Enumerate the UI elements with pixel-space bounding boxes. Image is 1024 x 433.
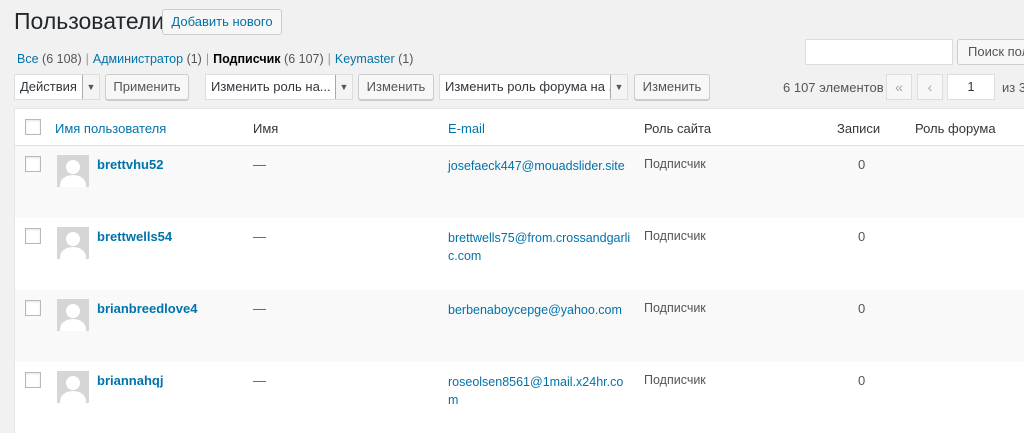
email-link[interactable]: roseolsen8561@1mail.x24hr.com (448, 373, 633, 409)
search-input[interactable] (805, 39, 953, 65)
filter-admin-label: Администратор (92, 52, 184, 66)
avatar (57, 371, 89, 403)
email-link[interactable]: brettwells75@from.crossandgarlic.com (448, 229, 633, 265)
change-forum-role-select[interactable]: Изменить роль форума на ... ▼ (439, 74, 628, 100)
chevron-down-icon: ▼ (335, 75, 352, 99)
filter-admin-count: (1) (186, 52, 202, 66)
filter-subscriber-label: Подписчик (213, 52, 281, 66)
filter-admin-link[interactable]: Администратор (1) (93, 52, 202, 66)
role-cell: Подписчик (644, 301, 706, 315)
role-filter-links: Все (6 108) | Администратор (1) | Подписчик … (17, 52, 413, 66)
email-link[interactable]: josefaeck447@mouadslider.site (448, 157, 633, 175)
avatar (57, 155, 89, 187)
change-role-value: Изменить роль на... (211, 79, 331, 94)
row-checkbox[interactable] (25, 228, 41, 244)
page-title: Пользователи (14, 8, 165, 34)
posts-cell: 0 (858, 373, 866, 388)
prev-page-button[interactable]: ‹ (917, 74, 943, 100)
column-forum-role-header: Роль форума (915, 121, 996, 136)
change-role-button[interactable]: Изменить (358, 74, 434, 100)
bulk-actions-value: Действия (20, 79, 77, 94)
username-link[interactable]: brettvhu52 (97, 157, 163, 172)
name-cell: — (253, 157, 266, 172)
name-cell: — (253, 301, 266, 316)
current-page-input[interactable]: 1 (947, 74, 995, 100)
username-link[interactable]: brettwells54 (97, 229, 172, 244)
posts-cell: 0 (858, 157, 866, 172)
email-link[interactable]: berbenaboycepge@yahoo.com (448, 301, 633, 319)
column-posts-header: Записи (837, 121, 881, 136)
column-role-header: Роль сайта (644, 121, 712, 136)
chevron-down-icon: ▼ (82, 75, 99, 99)
users-table: Имя пользователя Имя E-mail Роль сайта З… (14, 108, 1024, 433)
column-username-header[interactable]: Имя пользователя (55, 121, 166, 136)
filter-keymaster-label: Keymaster (334, 52, 395, 66)
role-cell: Подписчик (644, 229, 706, 243)
posts-cell: 0 (858, 229, 866, 244)
items-count: 6 107 элементов (783, 80, 884, 95)
row-checkbox[interactable] (25, 372, 41, 388)
bulk-actions-select[interactable]: Действия ▼ (14, 74, 100, 100)
add-new-user-button[interactable]: Добавить нового (162, 9, 282, 35)
filter-all-label: Все (17, 52, 39, 66)
table-row: brettwells54 — brettwells75@from.crossan… (15, 218, 1024, 290)
filter-separator: | (205, 52, 210, 66)
name-cell: — (253, 373, 266, 388)
change-forum-role-button[interactable]: Изменить (634, 74, 710, 100)
apply-button[interactable]: Применить (105, 74, 189, 100)
filter-separator: | (327, 52, 331, 66)
avatar (57, 227, 89, 259)
total-pages-text: из 3 (1002, 80, 1024, 95)
row-checkbox[interactable] (25, 156, 41, 172)
select-all-checkbox[interactable] (25, 119, 41, 135)
username-link[interactable]: brianbreedlove4 (97, 301, 197, 316)
table-row: briannahqj — roseolsen8561@1mail.x24hr.c… (15, 362, 1024, 433)
change-role-select[interactable]: Изменить роль на... ▼ (205, 74, 353, 100)
role-cell: Подписчик (644, 157, 706, 171)
filter-subscriber-count: (6 107) (284, 52, 324, 66)
filter-keymaster-count: (1) (398, 52, 414, 66)
name-cell: — (253, 229, 266, 244)
chevron-down-icon: ▼ (610, 75, 627, 99)
filter-subscriber-link[interactable]: Подписчик (213, 52, 280, 66)
username-link[interactable]: briannahqj (97, 373, 163, 388)
change-forum-role-value: Изменить роль форума на ... (445, 79, 620, 94)
filter-keymaster-link[interactable]: Keymaster (1) (335, 52, 414, 66)
avatar (57, 299, 89, 331)
table-row: brianbreedlove4 — berbenaboycepge@yahoo.… (15, 290, 1024, 362)
filter-separator: | (85, 52, 89, 66)
table-row: brettvhu52 — josefaeck447@mouadslider.si… (15, 146, 1024, 218)
posts-cell: 0 (858, 301, 866, 316)
filter-all-count: (6 108) (42, 52, 82, 66)
column-name-header: Имя (253, 121, 279, 136)
filter-all-link[interactable]: Все (6 108) (17, 52, 82, 66)
first-page-button[interactable]: « (886, 74, 912, 100)
row-checkbox[interactable] (25, 300, 41, 316)
table-header: Имя пользователя Имя E-mail Роль сайта З… (15, 109, 1024, 146)
column-email-header[interactable]: E-mail (448, 121, 485, 136)
search-users-button[interactable]: Поиск пользователей (957, 39, 1024, 65)
role-cell: Подписчик (644, 373, 706, 387)
